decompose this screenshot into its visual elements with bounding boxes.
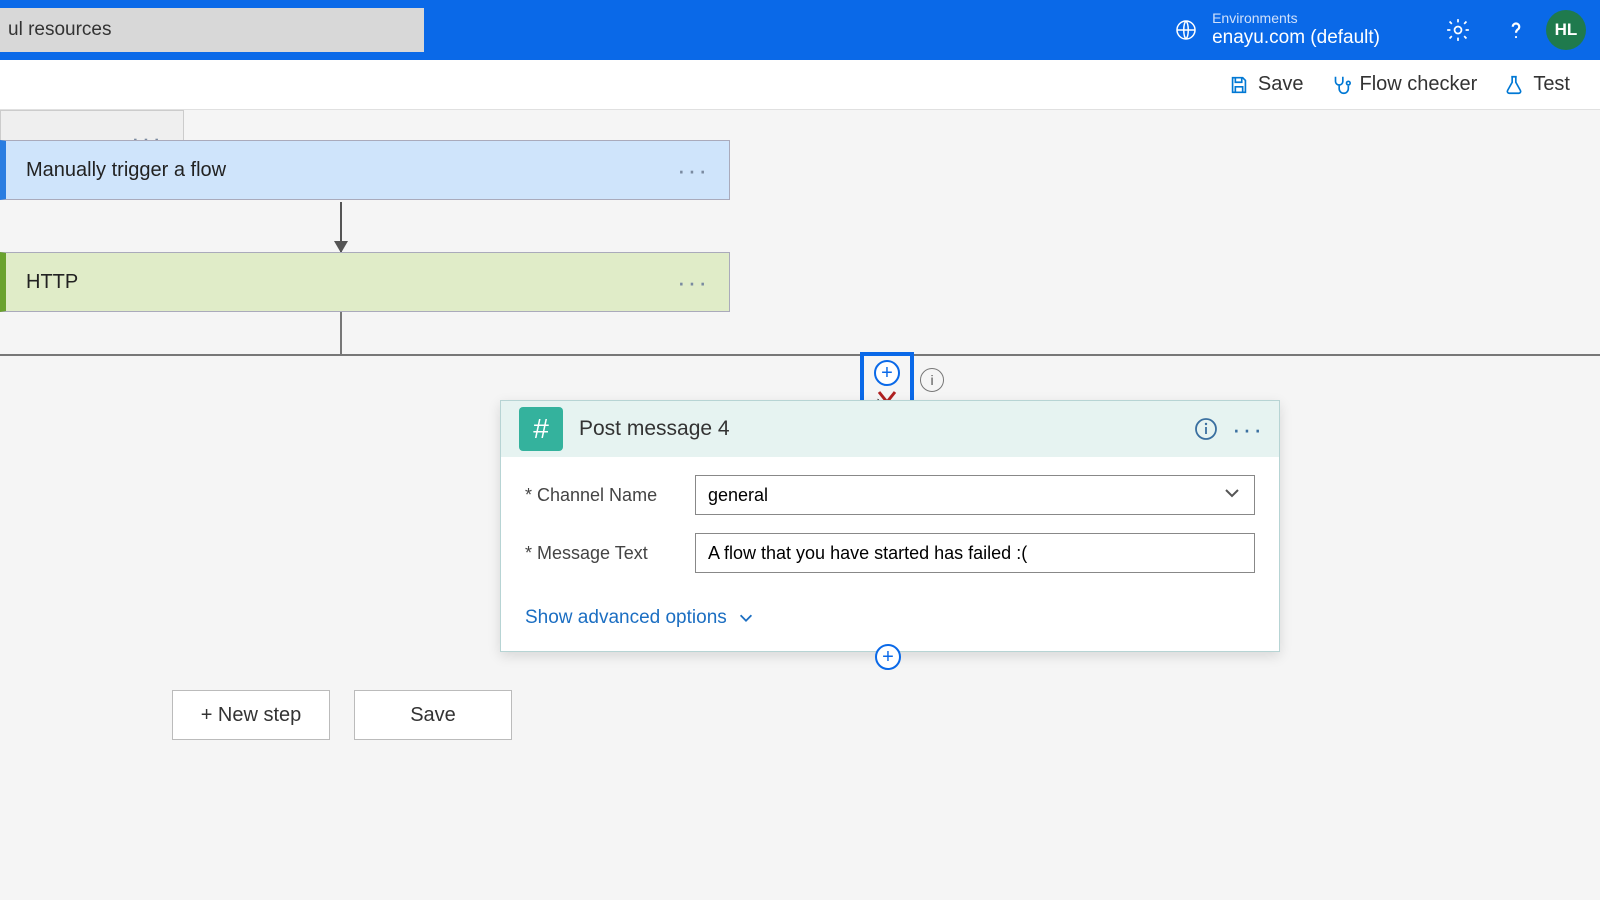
chevron-down-icon [1222, 483, 1242, 508]
post-message-header[interactable]: # Post message 4 ··· [501, 401, 1279, 457]
stethoscope-icon [1330, 74, 1352, 96]
save-command-label: Save [1258, 73, 1304, 96]
command-bar: Save Flow checker Test [0, 60, 1600, 110]
environments-label: Environments [1212, 10, 1380, 27]
save-command[interactable]: Save [1228, 73, 1304, 96]
post-message-card[interactable]: # Post message 4 ··· * Channel Name gene… [500, 400, 1280, 652]
post-message-title: Post message 4 [579, 417, 1177, 441]
channel-name-value: general [708, 485, 768, 506]
advanced-options-label: Show advanced options [525, 607, 727, 629]
card-more-icon[interactable]: ··· [1235, 416, 1261, 442]
top-bar: Environments enayu.com (default) HL [0, 0, 1600, 60]
insert-step-button[interactable]: + [874, 360, 900, 386]
message-text-value: A flow that you have started has failed … [708, 543, 1027, 564]
channel-name-label: * Channel Name [525, 485, 695, 506]
new-step-button[interactable]: + New step [172, 690, 330, 740]
info-icon[interactable]: i [920, 368, 944, 392]
search-input[interactable] [0, 8, 424, 52]
add-step-below-button[interactable]: + [875, 644, 901, 670]
environment-name: enayu.com (default) [1212, 27, 1380, 50]
user-avatar[interactable]: HL [1546, 10, 1586, 50]
flow-checker-command[interactable]: Flow checker [1330, 73, 1478, 96]
connector-arrow-icon [340, 202, 342, 252]
trigger-more-icon[interactable]: ··· [677, 164, 709, 177]
http-title: HTTP [26, 271, 78, 294]
save-icon [1228, 74, 1250, 96]
help-icon[interactable] [1502, 16, 1530, 44]
globe-icon [1174, 18, 1198, 42]
flask-icon [1503, 74, 1525, 96]
trigger-card[interactable]: Manually trigger a flow ··· [0, 140, 730, 200]
settings-icon[interactable] [1444, 16, 1472, 44]
flow-checker-label: Flow checker [1360, 73, 1478, 96]
chevron-down-icon [737, 609, 755, 627]
slack-icon: # [519, 407, 563, 451]
trigger-title: Manually trigger a flow [26, 159, 226, 182]
connector-line [340, 312, 342, 354]
message-text-label: * Message Text [525, 543, 695, 564]
connector-branch-line [0, 354, 1600, 356]
test-label: Test [1533, 73, 1570, 96]
message-text-input[interactable]: A flow that you have started has failed … [695, 533, 1255, 573]
http-more-icon[interactable]: ··· [677, 276, 709, 289]
card-info-icon[interactable] [1193, 416, 1219, 442]
designer-canvas[interactable]: Manually trigger a flow ··· HTTP ··· ···… [0, 110, 1600, 900]
test-command[interactable]: Test [1503, 73, 1570, 96]
environment-picker[interactable]: Environments enayu.com (default) [1174, 10, 1380, 50]
save-button[interactable]: Save [354, 690, 512, 740]
channel-name-dropdown[interactable]: general [695, 475, 1255, 515]
http-card[interactable]: HTTP ··· [0, 252, 730, 312]
